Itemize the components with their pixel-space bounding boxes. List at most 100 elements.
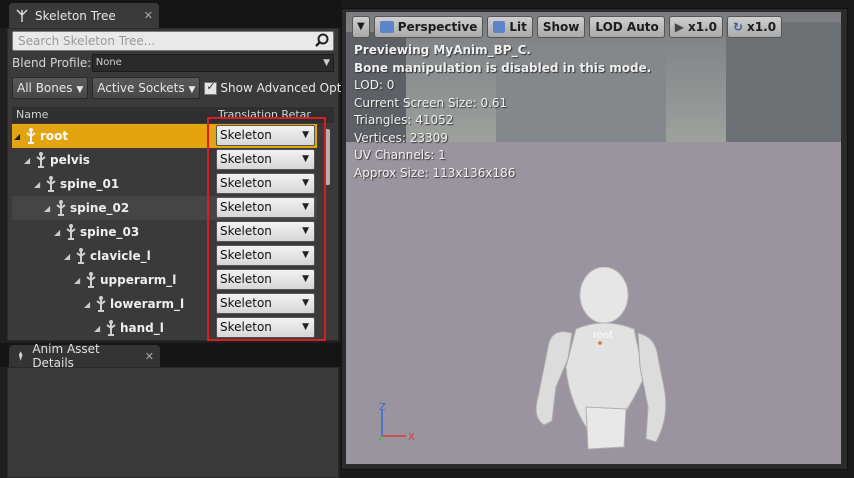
bone-name: upperarm_l [100,273,177,287]
anim-asset-details-tabbar: Anim Asset Details ✕ [0,342,341,370]
stats-line: Approx Size: 113x136x186 [354,165,516,180]
lit-label: Lit [509,20,527,34]
skeleton-tree-panel: Skeleton Tree ✕ Search Skeleton Tree... … [0,0,349,478]
filter-bar: All Bones ▼ Active Sockets ▼ Show Advanc… [12,77,349,99]
viewport-options-button[interactable]: ▼ [352,16,370,38]
show-advanced-checkbox[interactable]: Show Advanced Option [204,81,349,95]
blend-profile-label: Blend Profile: [12,56,92,70]
all-bones-label: All Bones [17,81,73,95]
viewport[interactable]: ▼ Perspective Lit Show LOD Auto ▶ x1.0 ↻… [346,12,841,464]
bone-name: pelvis [50,153,90,167]
axis-x-label: X [408,432,415,442]
bone-name: lowerarm_l [110,297,185,311]
bone-name-cell: ◢ spine_03 [54,223,139,241]
bone-icon [76,248,86,264]
expand-triangle-icon[interactable]: ◢ [94,324,102,333]
show-button[interactable]: Show [536,16,586,38]
bone-name: spine_01 [60,177,120,191]
stats-line: Triangles: 41052 [354,113,454,127]
all-bones-button[interactable]: All Bones ▼ [12,77,89,99]
chevron-down-icon: ▼ [76,85,84,95]
tab-skeleton-tree-label: Skeleton Tree [35,8,116,23]
perspective-icon [379,21,394,33]
bone-label-root: root [593,330,614,341]
checkbox-checked-icon[interactable] [204,81,218,95]
mannequin-model [535,267,667,450]
blend-profile-select[interactable]: None ▼ [91,54,334,72]
bone-name-cell: ◢ clavicle_l [64,247,151,265]
bone-icon [96,296,106,312]
tab-skeleton-tree[interactable]: Skeleton Tree ✕ [9,3,159,28]
expand-triangle-icon[interactable]: ◢ [24,156,32,165]
play-icon: ▶ [674,20,684,34]
lod-button[interactable]: LOD Auto [589,16,665,38]
skeleton-tree-tabbar: Skeleton Tree ✕ [0,0,341,28]
chevron-down-icon: ▼ [188,85,196,95]
bone-icon [46,176,56,192]
bone-icon [86,272,96,288]
tab-anim-asset-details-label: Anim Asset Details [32,342,100,370]
active-sockets-label: Active Sockets [97,81,185,95]
bone-icon [56,200,66,216]
axis-z-label: Z [379,402,386,413]
tab-anim-asset-details[interactable]: Anim Asset Details ✕ [9,342,160,370]
stats-line: UV Channels: 1 [354,148,446,162]
root-bone-marker [598,341,602,345]
bone-name-cell: ◢ root [14,127,68,145]
column-name[interactable]: Name [16,107,48,123]
camera-speed-icon: ↻ [732,20,744,34]
close-icon[interactable]: ✕ [145,350,154,363]
lit-button[interactable]: Lit [487,16,533,38]
skeleton-tree-icon [16,8,28,22]
bone-name: clavicle_l [90,249,151,263]
bone-name: root [40,129,69,143]
stats-line: LOD: 0 [354,78,395,92]
chevron-down-icon: ▼ [323,58,330,68]
bone-name-cell: ◢ lowerarm_l [84,295,184,313]
expand-triangle-icon[interactable]: ◢ [34,180,42,189]
viewport-toolbar: ▼ Perspective Lit Show LOD Auto ▶ x1.0 ↻… [352,16,783,38]
search-icon[interactable] [314,33,330,49]
show-advanced-label: Show Advanced Option [220,81,350,95]
expand-triangle-icon[interactable]: ◢ [74,276,82,285]
show-label: Show [542,20,580,34]
highlight-box [207,117,326,341]
bone-name-cell: ◢ spine_02 [44,199,129,217]
play-rate-label: x1.0 [687,20,717,34]
lit-cube-icon [493,21,506,33]
stats-line: Current Screen Size: 0.61 [354,95,508,110]
stats-line: Bone manipulation is disabled in this mo… [354,60,652,75]
blend-profile-value: None [95,57,122,68]
bone-name-cell: ◢ hand_l [94,319,164,337]
play-rate-button[interactable]: ▶ x1.0 [668,16,723,38]
expand-triangle-icon[interactable]: ◢ [84,300,92,309]
axis-gizmo: Z X [378,402,415,442]
active-sockets-button[interactable]: Active Sockets ▼ [92,77,201,99]
bone-name-cell: ◢ pelvis [24,151,90,169]
close-icon[interactable]: ✕ [144,9,153,22]
camera-speed-button[interactable]: ↻ x1.0 [726,16,783,38]
stats-line: Previewing MyAnim_BP_C. [354,43,531,57]
expand-triangle-icon[interactable]: ◢ [44,204,52,213]
perspective-button[interactable]: Perspective [373,16,484,38]
expand-triangle-icon[interactable]: ◢ [14,132,22,141]
bone-name-cell: ◢ upperarm_l [74,271,176,289]
bone-name: spine_03 [80,225,140,239]
anim-asset-details-content [7,367,339,478]
search-placeholder: Search Skeleton Tree... [18,34,156,48]
search-input[interactable]: Search Skeleton Tree... [12,31,334,51]
stats-line: Vertices: 23309 [354,130,448,145]
bone-name: spine_02 [70,201,130,215]
bone-icon [66,224,76,240]
bone-icon [26,128,36,144]
expand-triangle-icon[interactable]: ◢ [64,252,72,261]
expand-triangle-icon[interactable]: ◢ [54,228,62,237]
building-shape [726,22,841,142]
bone-icon [36,152,46,168]
camera-speed-label: x1.0 [747,20,777,34]
bone-name: hand_l [120,321,164,335]
bone-icon [106,320,116,336]
viewport-stats: Previewing MyAnim_BP_C. Bone manipulatio… [354,42,651,182]
chevron-down-icon: ▼ [357,21,365,32]
blend-profile-row: Blend Profile: None ▼ [12,53,334,73]
